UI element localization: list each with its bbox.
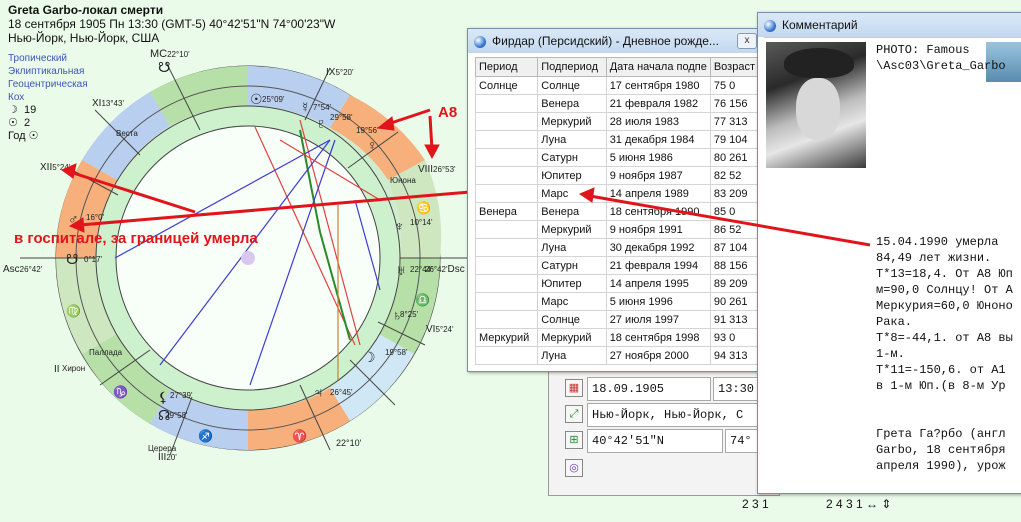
death-date-arrow [578, 187, 871, 247]
status-left: 2 3 1 [742, 497, 769, 511]
status-right: 2 4 3 1 ↔ ⇕ [826, 497, 892, 511]
